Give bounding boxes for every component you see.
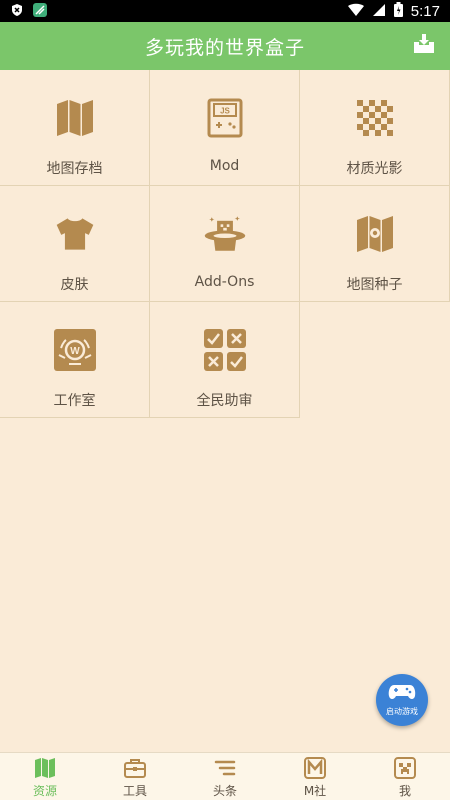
status-bar: 5:17 [0,0,450,22]
map-seed-icon [353,212,397,256]
nav-item-m-community[interactable]: M社 [270,753,360,800]
map-icon [32,756,58,780]
grid-item-review[interactable]: 全民助审 [150,302,300,418]
battery-icon [393,2,403,20]
status-time: 5:17 [410,2,440,20]
grid-item-mod[interactable]: JS Mod [150,70,300,186]
grid-item-label: Mod [209,158,240,174]
nav-item-tools[interactable]: 工具 [90,753,180,800]
nav-item-headlines[interactable]: 头条 [180,753,270,800]
svg-text:JS: JS [220,107,230,116]
app-title: 多玩我的世界盒子 [144,36,305,59]
grid-item-label: 地图种子 [346,277,403,293]
app-notification-icon [32,2,48,21]
grid-item-addons[interactable]: Add-Ons [150,186,300,302]
shield-icon [10,3,24,20]
download-tray-icon [412,33,436,59]
bottom-nav: 资源 工具 头条 M社 我 [0,752,450,800]
creeper-icon [392,756,418,780]
grid-item-textures[interactable]: 材质光影 [300,70,450,186]
nav-label: 我 [398,783,411,798]
magic-hat-icon [203,212,247,256]
shirt-icon [53,212,97,256]
grid-item-label: 工作室 [53,393,96,409]
download-button[interactable] [408,31,440,61]
grid-item-studio[interactable]: W 工作室 [0,302,150,418]
grid-item-label: 材质光影 [346,161,403,177]
toolbox-icon [122,756,148,780]
nav-item-me[interactable]: 我 [360,753,450,800]
nav-label: 资源 [32,783,57,798]
grid-item-skins[interactable]: 皮肤 [0,186,150,302]
js-console-icon: JS [203,96,247,140]
grid-item-map-saves[interactable]: 地图存档 [0,70,150,186]
app-bar: 多玩我的世界盒子 [0,22,450,70]
launch-game-button[interactable]: 启动游戏 [376,674,428,726]
headlines-icon [212,756,238,780]
map-icon [53,96,97,140]
checker-icon [353,96,397,140]
grid-item-label: 皮肤 [60,277,89,293]
launch-game-label: 启动游戏 [386,707,418,716]
nav-label: M社 [303,783,327,798]
nav-label: 头条 [212,783,237,798]
gamepad-icon [388,683,416,705]
signal-icon [372,3,386,20]
nav-label: 工具 [122,783,147,798]
grid-item-label: 地图存档 [46,161,103,177]
studio-icon: W [53,328,97,372]
review-icon [203,328,247,372]
nav-item-resources[interactable]: 资源 [0,753,90,800]
wifi-icon [347,3,364,20]
grid-item-map-seeds[interactable]: 地图种子 [300,186,450,302]
grid-item-label: Add-Ons [194,274,255,290]
grid-item-label: 全民助审 [196,393,253,409]
m-community-icon [302,756,328,780]
svg-text:W: W [70,346,80,357]
